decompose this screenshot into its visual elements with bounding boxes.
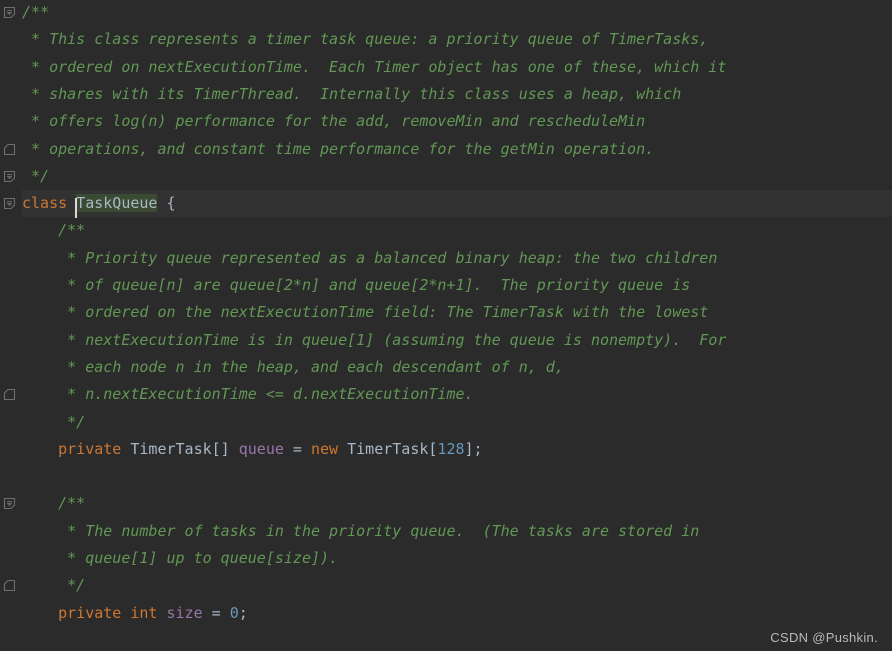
- code-token: * This class represents a timer task que…: [22, 30, 709, 49]
- code-token: private: [58, 603, 122, 622]
- code-token: 0: [229, 603, 239, 622]
- code-token: queue: [238, 439, 284, 458]
- code-line[interactable]: * ordered on the nextExecutionTime field…: [0, 299, 892, 326]
- code-token: TimerTask[: [347, 439, 438, 458]
- code-token: * offers log(n) performance for the add,…: [22, 112, 646, 131]
- code-token: =: [283, 439, 311, 458]
- code-line-text: * of queue[n] are queue[2*n] and queue[2…: [22, 272, 690, 299]
- code-line-text: * each node n in the heap, and each desc…: [22, 354, 564, 381]
- code-line-text: * The number of tasks in the priority qu…: [22, 518, 699, 545]
- code-line-text: */: [22, 163, 49, 190]
- fold-start-icon[interactable]: [3, 170, 16, 183]
- code-token: * each node n in the heap, and each desc…: [22, 357, 564, 376]
- code-line[interactable]: */: [0, 572, 892, 599]
- code-line-text: class TaskQueue {: [22, 190, 176, 219]
- code-line[interactable]: /**: [0, 490, 892, 517]
- code-line-text: * queue[1] up to queue[size]).: [22, 545, 338, 572]
- code-token: =: [202, 603, 230, 622]
- code-line-current[interactable]: class TaskQueue {: [0, 190, 892, 219]
- code-token: * ordered on nextExecutionTime. Each Tim…: [22, 57, 727, 76]
- csdn-watermark: CSDN @Pushkin.: [770, 630, 878, 645]
- code-token: new: [311, 439, 339, 458]
- code-token: * shares with its TimerThread. Internall…: [22, 84, 682, 103]
- code-line-text: * Priority queue represented as a balanc…: [22, 245, 717, 272]
- code-line-text: */: [22, 572, 85, 599]
- code-line[interactable]: * n.nextExecutionTime <= d.nextExecution…: [0, 381, 892, 408]
- code-token: ;: [238, 603, 248, 622]
- code-token: * operations, and constant time performa…: [22, 139, 655, 158]
- code-token: TimerTask[]: [130, 439, 230, 458]
- code-line-text: * shares with its TimerThread. Internall…: [22, 81, 681, 108]
- code-line[interactable]: * ordered on nextExecutionTime. Each Tim…: [0, 54, 892, 81]
- code-line[interactable]: * of queue[n] are queue[2*n] and queue[2…: [0, 272, 892, 299]
- code-line[interactable]: */: [0, 409, 892, 436]
- code-line[interactable]: * queue[1] up to queue[size]).: [0, 545, 892, 572]
- code-token: * of queue[n] are queue[2*n] and queue[2…: [22, 276, 691, 294]
- code-line-text: * ordered on the nextExecutionTime field…: [22, 299, 708, 326]
- code-token: {: [157, 194, 176, 213]
- code-line-text: * nextExecutionTime is in queue[1] (assu…: [22, 327, 726, 354]
- fold-end-icon[interactable]: [3, 579, 16, 592]
- code-token: /**: [22, 3, 50, 21]
- code-line-text: * offers log(n) performance for the add,…: [22, 108, 645, 135]
- code-line-text: * operations, and constant time performa…: [22, 136, 654, 163]
- code-line[interactable]: */: [0, 163, 892, 190]
- code-line[interactable]: * offers log(n) performance for the add,…: [0, 108, 892, 135]
- code-token: /**: [22, 494, 86, 513]
- code-line[interactable]: * nextExecutionTime is in queue[1] (assu…: [0, 327, 892, 354]
- code-line[interactable]: * each node n in the heap, and each desc…: [0, 354, 892, 381]
- code-token: */: [22, 412, 86, 431]
- code-token: * The number of tasks in the priority qu…: [22, 521, 700, 540]
- code-token: * nextExecutionTime is in queue[1] (assu…: [22, 330, 727, 349]
- code-line[interactable]: * The number of tasks in the priority qu…: [0, 518, 892, 545]
- code-line[interactable]: [0, 463, 892, 490]
- code-line-text: * This class represents a timer task que…: [22, 26, 708, 53]
- editor-gutter[interactable]: [0, 0, 22, 651]
- code-line[interactable]: * shares with its TimerThread. Internall…: [0, 81, 892, 108]
- code-token: */: [22, 576, 86, 595]
- code-token: size: [166, 603, 203, 622]
- code-line-text: * ordered on nextExecutionTime. Each Tim…: [22, 54, 726, 81]
- code-token: class: [22, 194, 77, 213]
- code-token: /**: [22, 221, 86, 240]
- code-token: private: [58, 439, 122, 458]
- fold-start-icon[interactable]: [3, 6, 16, 19]
- code-token: ];: [464, 439, 483, 458]
- code-token: 128: [437, 439, 465, 458]
- code-token: */: [22, 166, 50, 185]
- code-line[interactable]: * This class represents a timer task que…: [0, 26, 892, 53]
- code-line-text: * n.nextExecutionTime <= d.nextExecution…: [22, 381, 474, 408]
- code-token: * ordered on the nextExecutionTime field…: [22, 303, 709, 322]
- code-line-text: /**: [22, 0, 49, 26]
- code-line-text: private TimerTask[] queue = new TimerTas…: [22, 436, 483, 463]
- code-line[interactable]: /**: [0, 217, 892, 244]
- code-line-text: /**: [22, 217, 85, 244]
- fold-start-icon[interactable]: [3, 197, 16, 210]
- code-token: int: [130, 603, 158, 622]
- code-line[interactable]: * Priority queue represented as a balanc…: [0, 245, 892, 272]
- fold-start-icon[interactable]: [3, 497, 16, 510]
- fold-end-icon[interactable]: [3, 388, 16, 401]
- code-line[interactable]: private TimerTask[] queue = new TimerTas…: [0, 436, 892, 463]
- code-line[interactable]: * operations, and constant time performa…: [0, 136, 892, 163]
- code-line-text: private int size = 0;: [22, 600, 248, 627]
- code-line[interactable]: private int size = 0;: [0, 600, 892, 627]
- code-editor[interactable]: /** * This class represents a timer task…: [0, 0, 892, 651]
- code-line[interactable]: /**: [0, 0, 892, 26]
- fold-end-icon[interactable]: [3, 143, 16, 156]
- code-token: * Priority queue represented as a balanc…: [22, 248, 718, 267]
- code-token: * n.nextExecutionTime <= d.nextExecution…: [22, 385, 474, 404]
- code-line-text: /**: [22, 490, 85, 517]
- code-token: * queue[1] up to queue[size]).: [22, 549, 339, 567]
- selected-token: TaskQueue: [76, 194, 158, 213]
- code-line-text: */: [22, 409, 85, 436]
- code-lines[interactable]: /** * This class represents a timer task…: [0, 0, 892, 651]
